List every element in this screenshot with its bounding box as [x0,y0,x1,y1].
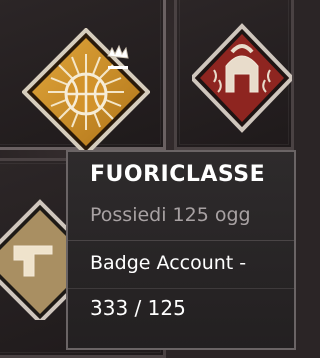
badge-tooltip: FUORICLASSE Possiedi 125 ogg Badge Accou… [66,150,296,350]
tooltip-divider [68,240,294,241]
tooltip-title: FUORICLASSE [90,162,266,187]
tooltip-description: Possiedi 125 ogg [90,204,251,226]
tooltip-progress: 333 / 125 [90,296,186,320]
tooltip-divider [68,288,294,289]
spartan-helmet-badge-icon [192,23,292,133]
tooltip-badge-type: Badge Account - [90,252,247,274]
basketball-badge-icon [22,28,150,156]
